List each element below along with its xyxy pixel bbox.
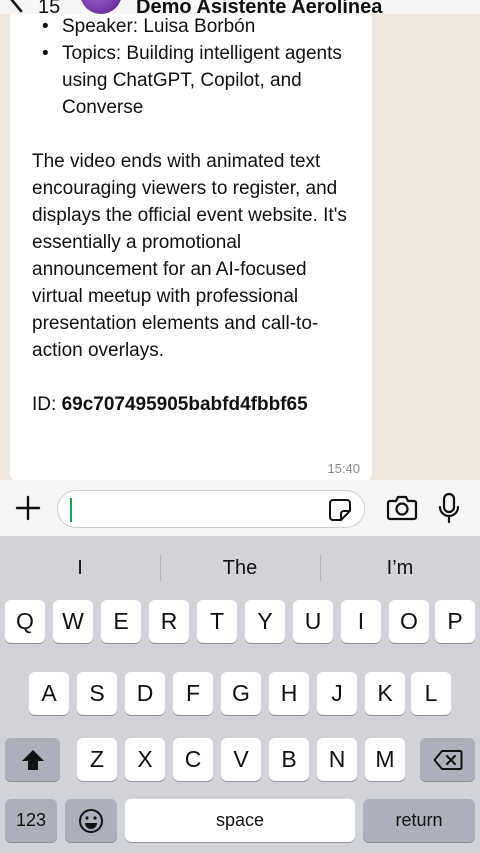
key-row-4: 123 space return [0,799,480,842]
bullet-item-speaker: Speaker: Luisa Borbón [42,14,358,40]
key-v[interactable]: V [221,738,261,781]
key-y[interactable]: Y [245,600,285,643]
message-input[interactable] [57,490,365,528]
key-z[interactable]: Z [77,738,117,781]
numbers-key[interactable]: 123 [5,799,57,842]
key-x[interactable]: X [125,738,165,781]
id-value: 69c707495905babfd4fbbf65 [61,394,308,415]
avatar[interactable] [80,0,122,14]
chat-area[interactable]: Speaker: Luisa Borbón Topics: Building i… [0,14,480,480]
key-k[interactable]: K [365,672,405,715]
key-j[interactable]: J [317,672,357,715]
key-r[interactable]: R [149,600,189,643]
space-key[interactable]: space [125,799,355,842]
key-h[interactable]: H [269,672,309,715]
message-paragraph: The video ends with animated text encour… [32,151,347,361]
key-w[interactable]: W [53,600,93,643]
key-i[interactable]: I [341,600,381,643]
key-row-1: Q W E R T Y U I O P [0,600,480,643]
suggestion-1[interactable]: I [0,552,160,584]
return-key[interactable]: return [363,799,475,842]
key-e[interactable]: E [101,600,141,643]
text-caret [70,498,72,522]
suggestion-bar: I The I’m [0,552,480,584]
input-bar [0,480,480,536]
plus-icon [15,495,41,521]
key-q[interactable]: Q [5,600,45,643]
key-f[interactable]: F [173,672,213,715]
bullet-list: Speaker: Luisa Borbón Topics: Building i… [42,14,358,121]
key-m[interactable]: M [365,738,405,781]
sticker-button[interactable] [328,498,352,522]
suggestion-2[interactable]: The [160,552,320,584]
microphone-icon [438,492,460,524]
keyboard: I The I’m Q W E R T Y U I O P A S D F G … [0,536,480,853]
suggestion-3[interactable]: I’m [320,552,480,584]
bullet-item-topics: Topics: Building intelligent agents usin… [42,40,358,121]
camera-button[interactable] [386,493,418,523]
delete-key[interactable] [420,738,475,781]
key-row-3: Z X C V B N M [0,738,480,781]
microphone-button[interactable] [437,492,461,524]
key-g[interactable]: G [221,672,261,715]
key-o[interactable]: O [389,600,429,643]
key-c[interactable]: C [173,738,213,781]
key-row-2: A S D F G H J K L [0,672,480,715]
emoji-icon [79,808,103,833]
shift-key[interactable] [5,738,60,781]
key-p[interactable]: P [435,600,475,643]
attach-button[interactable] [14,494,42,522]
key-d[interactable]: D [125,672,165,715]
key-l[interactable]: L [411,672,451,715]
shift-icon [21,749,44,770]
message-bubble[interactable]: Speaker: Luisa Borbón Topics: Building i… [10,14,372,480]
sticker-icon [329,499,351,521]
emoji-key[interactable] [65,799,117,842]
id-label: ID: [32,394,57,415]
key-s[interactable]: S [77,672,117,715]
key-t[interactable]: T [197,600,237,643]
delete-icon [433,749,462,770]
key-u[interactable]: U [293,600,333,643]
chat-header: 15 Demo Asistente Aerolínea [0,0,480,18]
back-chevron-icon [10,0,23,13]
key-n[interactable]: N [317,738,357,781]
message-time: 15:40 [327,461,360,476]
key-b[interactable]: B [269,738,309,781]
id-line: ID: 69c707495905babfd4fbbf65 [32,391,358,418]
key-a[interactable]: A [29,672,69,715]
camera-icon [386,495,418,521]
